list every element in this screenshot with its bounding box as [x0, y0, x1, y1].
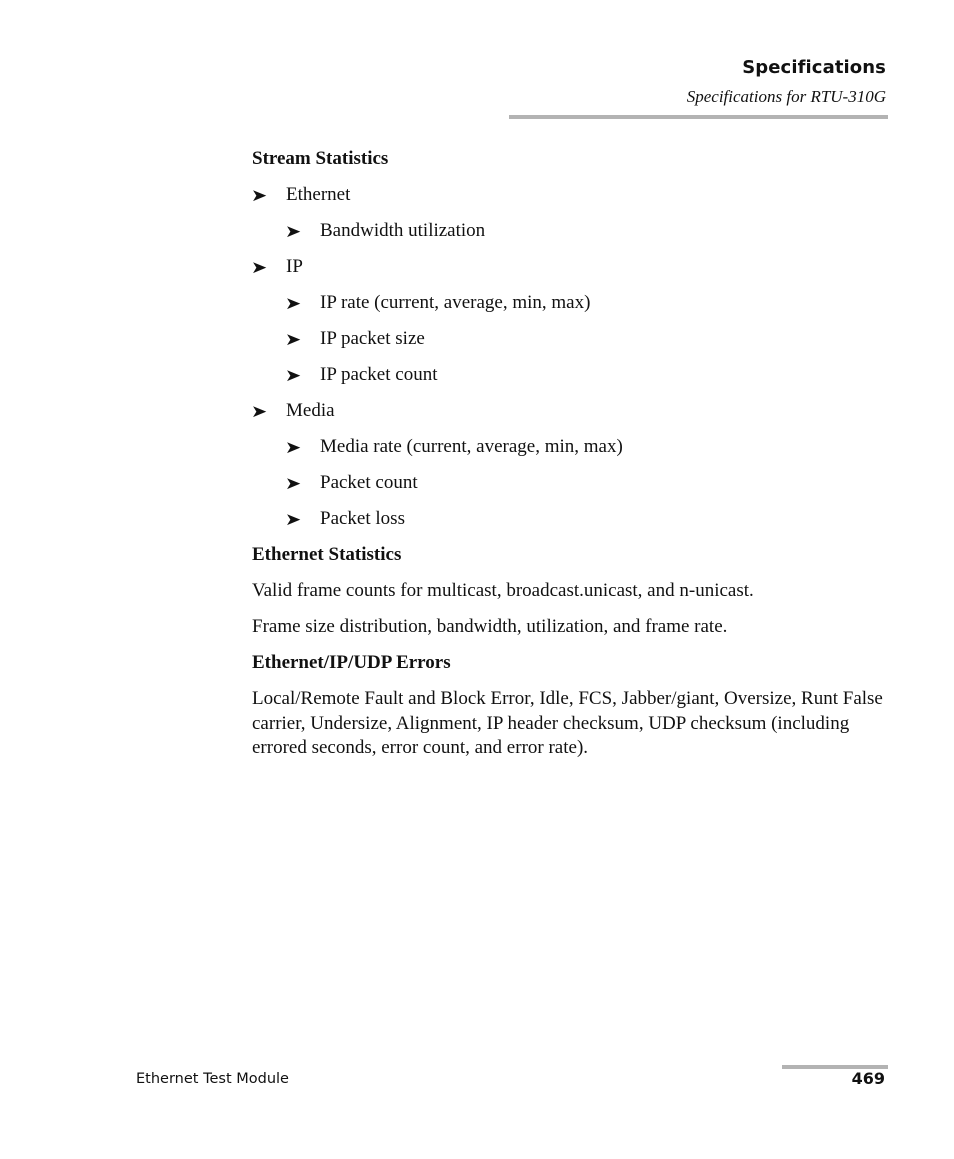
bullet-arrow-icon: ➤	[284, 222, 302, 241]
paragraph: Valid frame counts for multicast, broadc…	[252, 580, 754, 601]
sub-list-item: Bandwidth utilization	[320, 220, 486, 241]
paragraph: Frame size distribution, bandwidth, util…	[252, 616, 728, 637]
bullet-arrow-icon: ➤	[284, 294, 302, 313]
sub-list-item: Packet loss	[320, 508, 405, 529]
chapter-title: Specifications	[742, 57, 886, 78]
sub-list-item: Packet count	[320, 472, 418, 493]
bullet-arrow-icon: ➤	[284, 474, 302, 493]
bullet-arrow-icon: ➤	[250, 258, 268, 277]
list-item: IP	[286, 256, 303, 277]
sub-list-item: IP rate (current, average, min, max)	[320, 292, 591, 313]
errors-paragraph: Local/Remote Fault and Block Error, Idle…	[252, 688, 883, 758]
errors-heading: Ethernet/IP/UDP Errors	[252, 652, 451, 673]
page-number: 469	[851, 1069, 885, 1088]
bullet-arrow-icon: ➤	[284, 330, 302, 349]
manual-title: Ethernet Test Module	[136, 1071, 289, 1087]
bullet-arrow-icon: ➤	[250, 402, 268, 421]
sub-list-item: IP packet size	[320, 328, 425, 349]
bullet-arrow-icon: ➤	[284, 366, 302, 385]
bullet-arrow-icon: ➤	[250, 186, 268, 205]
sub-list-item: IP packet count	[320, 364, 438, 385]
bullet-arrow-icon: ➤	[284, 438, 302, 457]
header-rule	[509, 115, 888, 119]
list-item: Ethernet	[286, 184, 351, 205]
bullet-arrow-icon: ➤	[284, 510, 302, 529]
sub-list-item: Media rate (current, average, min, max)	[320, 436, 623, 457]
section-title: Specifications for RTU-310G	[686, 87, 886, 106]
ethernet-statistics-heading: Ethernet Statistics	[252, 544, 402, 565]
list-item: Media	[286, 400, 335, 421]
stream-statistics-heading: Stream Statistics	[252, 148, 389, 169]
